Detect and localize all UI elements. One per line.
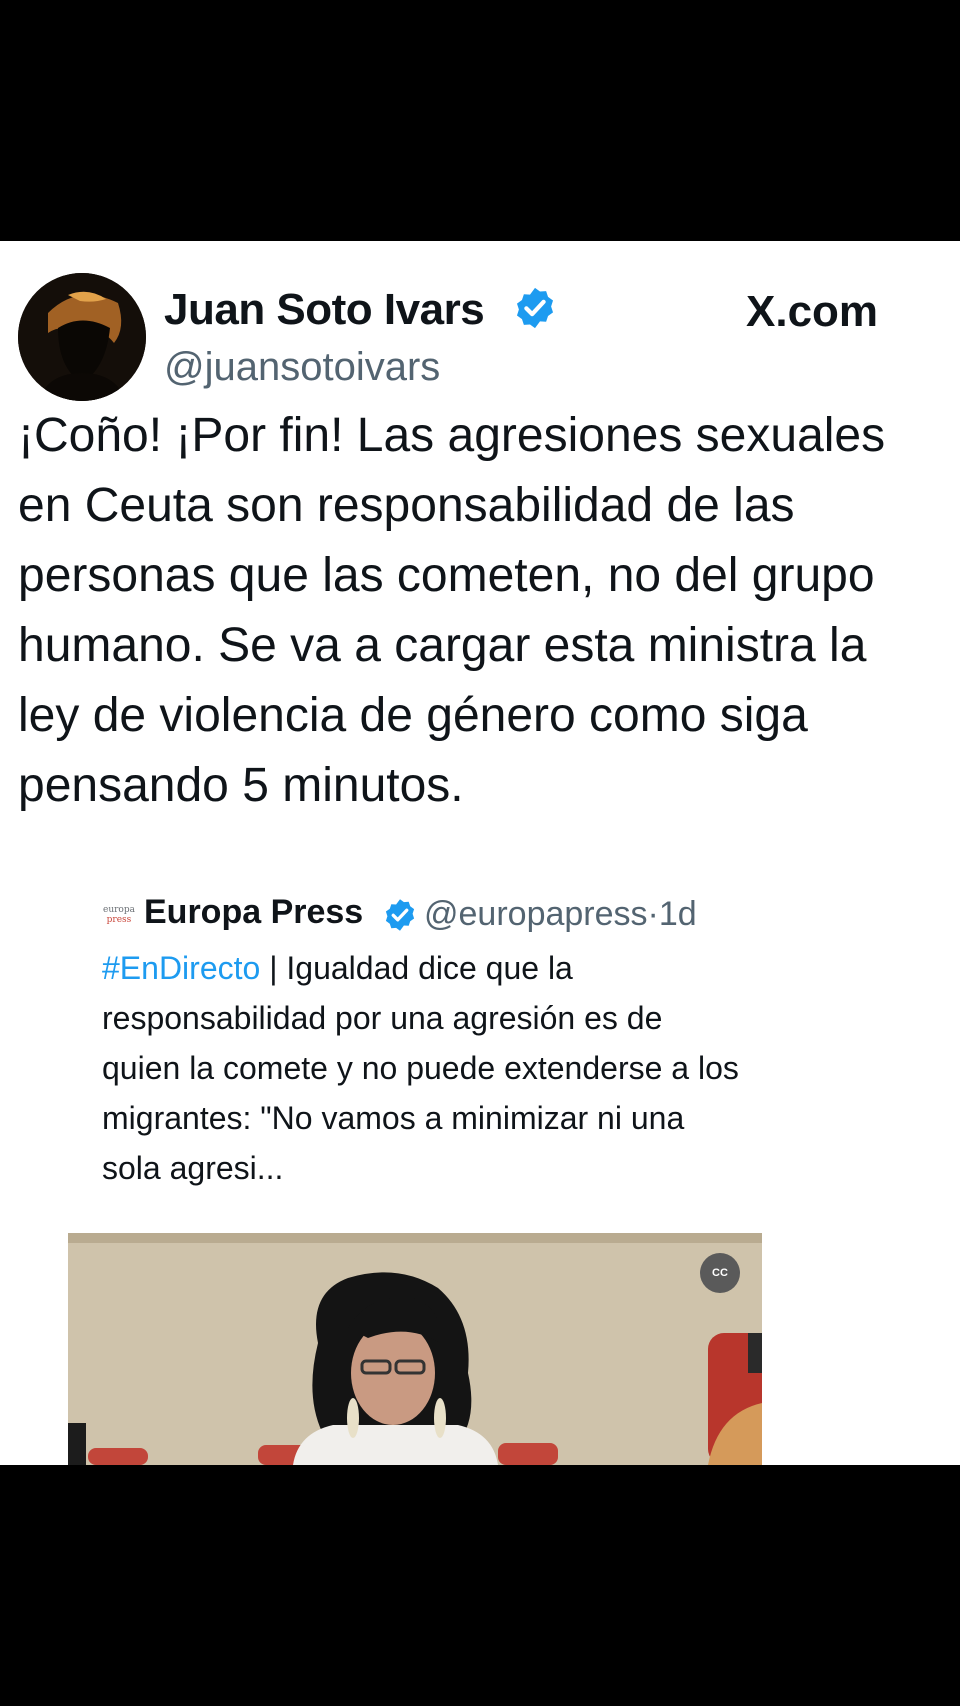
quoted-tweet-header: europa press Europa Press @europapress·1… xyxy=(68,883,762,947)
hashtag-link[interactable]: #EnDirecto xyxy=(102,950,260,986)
display-name[interactable]: Juan Soto Ivars xyxy=(164,285,485,335)
quoted-display-name[interactable]: Europa Press xyxy=(144,893,363,932)
quoted-time: 1d xyxy=(658,895,697,933)
bottom-black-bar xyxy=(0,1465,960,1706)
user-handle[interactable]: @juansotoivars xyxy=(164,345,440,390)
quoted-video-thumbnail[interactable]: CC xyxy=(68,1233,762,1465)
tweet-card[interactable]: Juan Soto Ivars @juansotoivars X.com ¡Co… xyxy=(0,241,960,1465)
separator-dot: · xyxy=(647,895,659,933)
quoted-handle-time[interactable]: @europapress·1d xyxy=(424,895,697,934)
quoted-tweet[interactable]: europa press Europa Press @europapress·1… xyxy=(68,883,762,1465)
tweet-text: ¡Coño! ¡Por fin! Las agresiones sexuales… xyxy=(18,409,886,812)
europa-press-logo: europa press xyxy=(103,905,135,925)
top-black-bar xyxy=(0,0,960,241)
verified-badge-icon xyxy=(385,899,415,931)
verified-badge-icon xyxy=(516,287,554,329)
quoted-tweet-text: #EnDirecto | Igualdad dice que la respon… xyxy=(102,943,742,1193)
site-label: X.com xyxy=(746,287,879,336)
quoted-handle[interactable]: @europapress xyxy=(424,895,648,933)
captions-button[interactable]: CC xyxy=(700,1253,740,1293)
avatar[interactable] xyxy=(18,273,146,401)
